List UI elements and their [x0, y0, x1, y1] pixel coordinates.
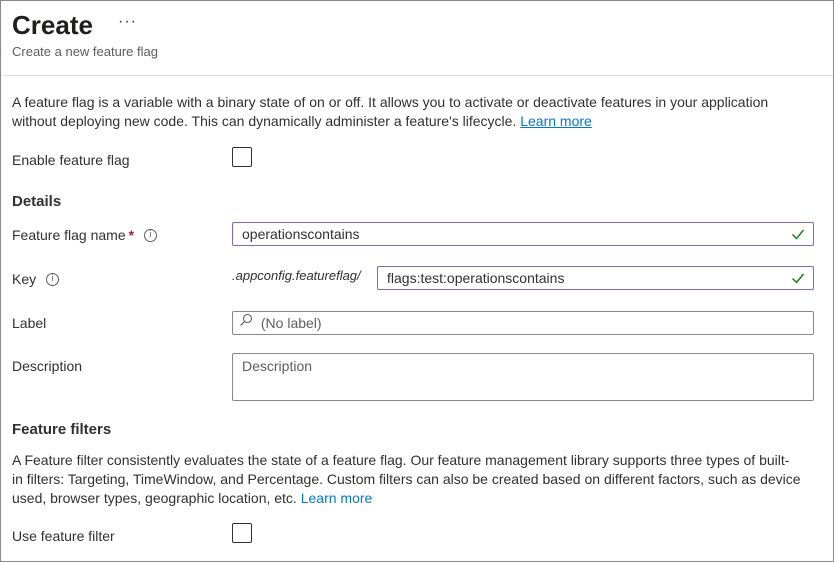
filters-line-3: used, browser types, geographic location… — [12, 490, 297, 506]
more-actions-button[interactable]: ··· — [118, 13, 137, 31]
key-prefix: .appconfig.featureflag/ — [232, 268, 361, 283]
description-placeholder: Description — [242, 358, 313, 374]
checkmark-icon — [791, 225, 805, 247]
page-title: Create — [12, 10, 93, 40]
description-label: Description — [12, 358, 83, 374]
label-combobox[interactable]: (No label) — [232, 311, 814, 335]
filters-paragraph: A Feature filter consistently evaluates … — [12, 451, 812, 508]
filters-line-2: in filters: Targeting, TimeWindow, and P… — [12, 471, 801, 487]
page-subtitle: Create a new feature flag — [12, 44, 158, 59]
feature-flag-name-label-row: Feature flag name * i — [12, 227, 158, 243]
checkmark-icon — [791, 269, 805, 291]
info-icon[interactable]: i — [144, 228, 158, 242]
use-feature-filter-label: Use feature filter — [12, 528, 115, 544]
filters-line-3-wrap: used, browser types, geographic location… — [12, 489, 812, 508]
filters-learn-more-link[interactable]: Learn more — [301, 490, 373, 506]
enable-feature-flag-label: Enable feature flag — [12, 152, 130, 168]
use-feature-filter-checkbox[interactable] — [232, 523, 252, 543]
feature-flag-name-value: operationscontains — [242, 226, 360, 242]
feature-filters-heading: Feature filters — [12, 421, 112, 438]
intro-line-2: without deploying new code. This can dyn… — [12, 113, 517, 129]
feature-flag-name-label: Feature flag name — [12, 227, 126, 243]
header-divider — [1, 75, 833, 76]
details-heading: Details — [12, 193, 62, 210]
key-label-row: Key i — [12, 271, 60, 287]
intro-learn-more-link[interactable]: Learn more — [520, 113, 592, 129]
create-feature-flag-panel: Create ··· Create a new feature flag A f… — [0, 0, 834, 562]
info-icon[interactable]: i — [46, 272, 60, 286]
key-label: Key — [12, 271, 37, 287]
feature-flag-name-input[interactable]: operationscontains — [232, 222, 814, 246]
key-input[interactable]: flags:test:operationscontains — [377, 266, 814, 290]
required-asterisk: * — [128, 227, 135, 243]
description-textarea[interactable]: Description — [232, 353, 814, 401]
search-icon — [239, 311, 253, 333]
label-placeholder: (No label) — [260, 315, 322, 331]
intro-paragraph: A feature flag is a variable with a bina… — [12, 93, 812, 131]
key-value: flags:test:operationscontains — [387, 270, 565, 286]
intro-line-1: A feature flag is a variable with a bina… — [12, 94, 769, 110]
intro-line-2-wrap: without deploying new code. This can dyn… — [12, 112, 812, 131]
enable-feature-flag-checkbox[interactable] — [232, 147, 252, 167]
label-field-label: Label — [12, 315, 47, 331]
filters-line-1: A Feature filter consistently evaluates … — [12, 452, 790, 468]
